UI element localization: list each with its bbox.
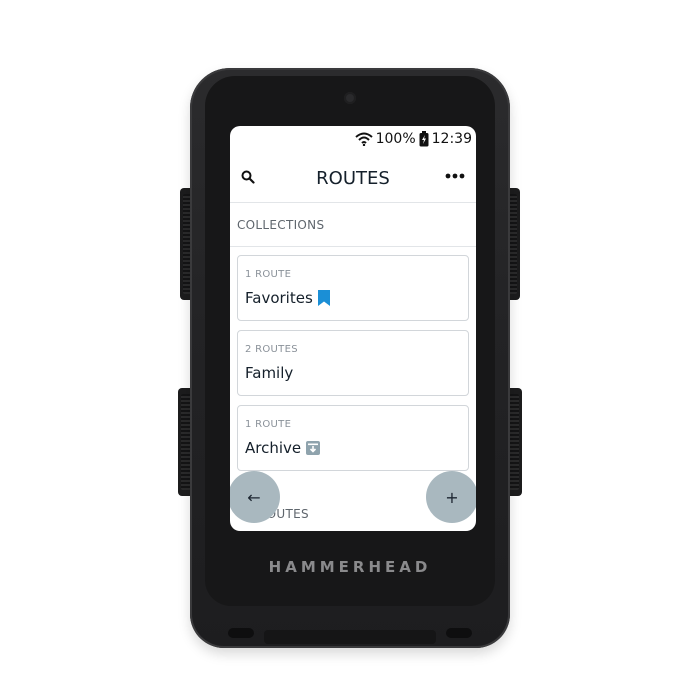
bookmark-icon (317, 290, 330, 306)
collection-count: 1 ROUTE (245, 419, 292, 430)
more-icon[interactable] (444, 168, 466, 184)
back-arrow-icon: ← (247, 487, 261, 507)
mount-slot (264, 630, 436, 644)
collection-count: 1 ROUTE (245, 269, 292, 280)
collection-name: Archive (245, 439, 321, 457)
add-button[interactable]: + (426, 471, 476, 523)
collection-name-text: Favorites (245, 289, 313, 307)
collections-label: COLLECTIONS (237, 218, 325, 232)
back-button[interactable]: ← (230, 471, 280, 523)
archive-icon (306, 441, 321, 455)
collection-card-family[interactable]: 2 ROUTES Family (237, 330, 469, 396)
collection-count: 2 ROUTES (245, 344, 298, 355)
mount-hole (446, 628, 472, 638)
clock: 12:39 (431, 131, 472, 147)
device-screen: 100% 12:39 ROUTES COLLECTIONS 1 ROUTE Fa… (230, 126, 476, 531)
battery-charging-icon (419, 131, 429, 147)
plus-icon: + (445, 487, 459, 507)
mount-hole (228, 628, 254, 638)
collection-name-text: Family (245, 364, 294, 382)
camera-sensor (344, 92, 356, 104)
collection-name: Favorites (245, 289, 331, 307)
status-bar: 100% 12:39 (354, 130, 472, 148)
collection-name: Family (245, 364, 293, 382)
collection-card-favorites[interactable]: 1 ROUTE Favorites (237, 255, 469, 321)
battery-percent: 100% (375, 131, 416, 147)
divider (230, 246, 476, 247)
brand-logo: HAMMERHEAD (268, 558, 432, 576)
collection-card-archive[interactable]: 1 ROUTE Archive (237, 405, 469, 471)
page-title: ROUTES (316, 168, 390, 189)
wifi-icon (354, 132, 373, 146)
app-header: ROUTES (230, 158, 476, 203)
collection-name-text: Archive (245, 439, 302, 457)
